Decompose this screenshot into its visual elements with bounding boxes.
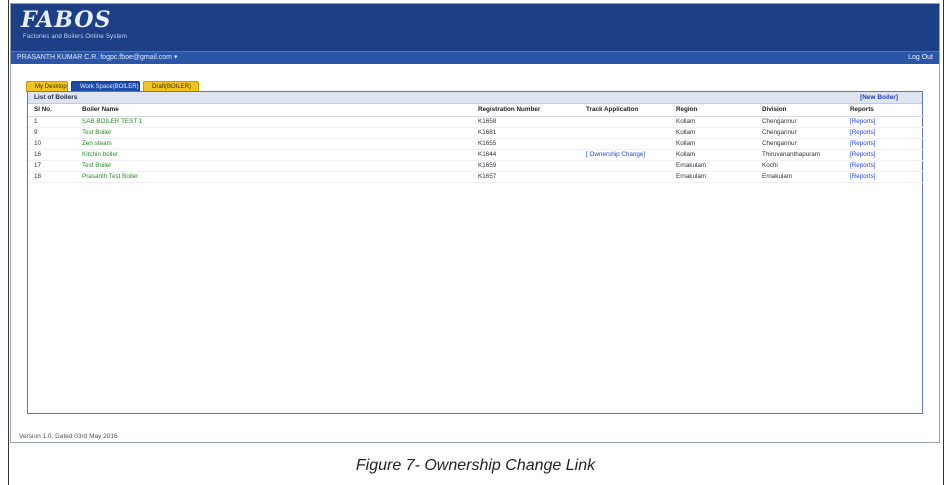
cell-sl-no: 9 [28, 127, 76, 139]
cell-track [580, 138, 670, 150]
table-row: 10 Zen steam K1655 Kollam Chengannur [Re… [28, 138, 924, 150]
cell-sl-no: 10 [28, 138, 76, 150]
boiler-name-link[interactable]: Kitchin boiler [76, 149, 472, 161]
cell-registration: K1681 [472, 127, 580, 139]
column-header: Track Application [580, 104, 670, 117]
cell-region: Ernakulam [670, 160, 756, 172]
cell-track [580, 160, 670, 172]
cell-registration: K1657 [472, 171, 580, 183]
column-header: Registration Number [472, 104, 580, 117]
boiler-name-link[interactable]: SAB BOILER TEST 1 [76, 116, 472, 128]
table-row: 1 SAB BOILER TEST 1 K1658 Kollam Chengan… [28, 116, 924, 128]
boiler-name-link[interactable]: Test Boiler [76, 160, 472, 172]
cell-region: Ernakulam [670, 171, 756, 183]
user-menu[interactable]: PRASANTH KUMAR C.R. fogpc.fboe@gmail.com… [17, 52, 177, 64]
panel-title: List of Boilers [34, 94, 78, 101]
column-header: Region [670, 104, 756, 117]
cell-region: Kollam [670, 116, 756, 128]
cell-division: Chengannur [756, 127, 844, 139]
boiler-name-link[interactable]: Prasanth Test Boiler [76, 171, 472, 183]
column-header: Sl No. [28, 104, 76, 117]
boiler-name-link[interactable]: Zen steam [76, 138, 472, 150]
cell-division: Chengannur [756, 138, 844, 150]
cell-division: Thiruvananthapuram [756, 149, 844, 161]
header-banner: FABOS Factories and Boilers Online Syste… [11, 4, 939, 51]
boiler-list-panel: List of Boilers [New Boiler] Sl No. Boil… [27, 91, 924, 414]
logout-link[interactable]: Log Out [908, 52, 933, 64]
panel-header: List of Boilers [New Boiler] [28, 92, 922, 104]
reports-link[interactable]: [Reports] [844, 127, 924, 139]
app-logo-subtitle: Factories and Boilers Online System [23, 34, 128, 40]
user-bar: PRASANTH KUMAR C.R. fogpc.fboe@gmail.com… [11, 51, 939, 64]
cell-registration: K1659 [472, 160, 580, 172]
cell-region: Kollam [670, 138, 756, 150]
reports-link[interactable]: [Reports] [844, 138, 924, 150]
ownership-change-link[interactable]: [ Ownership Change] [580, 149, 670, 161]
reports-link[interactable]: [Reports] [844, 160, 924, 172]
cell-sl-no: 18 [28, 171, 76, 183]
reports-link[interactable]: [Reports] [844, 149, 924, 161]
cell-registration: K1655 [472, 138, 580, 150]
cell-track [580, 127, 670, 139]
reports-link[interactable]: [Reports] [844, 171, 924, 183]
column-header: Boiler Name [76, 104, 472, 117]
cell-sl-no: 16 [28, 149, 76, 161]
cell-division: Chengannur [756, 116, 844, 128]
cell-division: Kochi [756, 160, 844, 172]
table-row: 17 Test Boiler K1659 Ernakulam Kochi [Re… [28, 160, 924, 172]
app-window: FABOS Factories and Boilers Online Syste… [10, 3, 940, 443]
boiler-name-link[interactable]: Test Boiler [76, 127, 472, 139]
cell-sl-no: 1 [28, 116, 76, 128]
cell-track [580, 116, 670, 128]
table-row: 18 Prasanth Test Boiler K1657 Ernakulam … [28, 171, 924, 183]
table-row: 16 Kitchin boiler K1644 [ Ownership Chan… [28, 149, 924, 161]
version-footer: Version 1.0, Dated 03rd May 2016 [19, 433, 118, 440]
cell-region: Kollam [670, 149, 756, 161]
table-row: 9 Test Boiler K1681 Kollam Chengannur [R… [28, 127, 924, 139]
cell-region: Kollam [670, 127, 756, 139]
boiler-table: Sl No. Boiler Name Registration Number T… [28, 104, 924, 183]
reports-link[interactable]: [Reports] [844, 116, 924, 128]
column-header: Division [756, 104, 844, 117]
cell-registration: K1644 [472, 149, 580, 161]
new-boiler-link[interactable]: [New Boiler] [860, 92, 898, 104]
cell-division: Ernakulam [756, 171, 844, 183]
column-header: Reports [844, 104, 924, 117]
cell-track [580, 171, 670, 183]
cell-registration: K1658 [472, 116, 580, 128]
app-logo[interactable]: FABOS [21, 7, 111, 33]
cell-sl-no: 17 [28, 160, 76, 172]
figure-caption: Figure 7- Ownership Change Link [355, 457, 596, 474]
table-header-row: Sl No. Boiler Name Registration Number T… [28, 104, 924, 117]
